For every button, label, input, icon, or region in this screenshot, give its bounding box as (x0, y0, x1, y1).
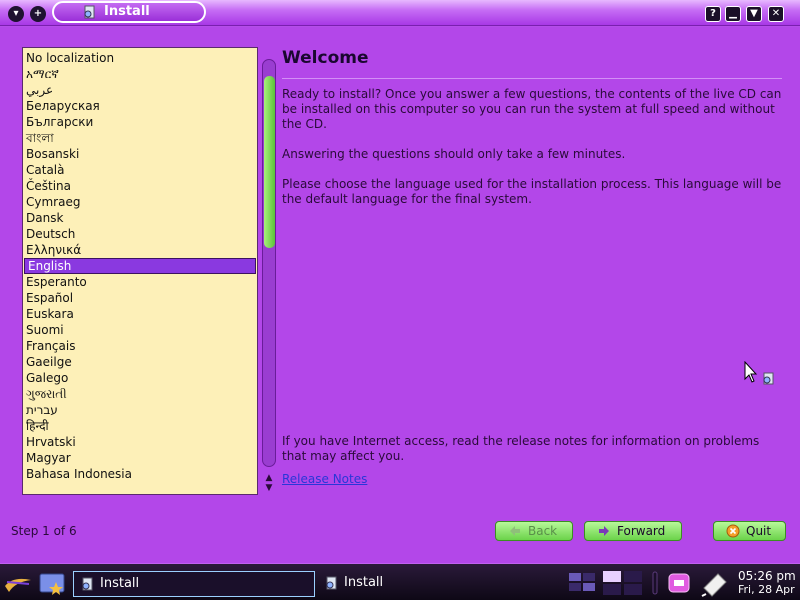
language-item[interactable]: Gaeilge (23, 354, 257, 370)
add-icon[interactable]: + (30, 6, 46, 22)
language-item[interactable]: Dansk (23, 210, 257, 226)
taskbar-item-install-active[interactable]: Install (73, 571, 315, 597)
step-indicator: Step 1 of 6 (11, 524, 77, 538)
scroll-thumb[interactable] (264, 76, 275, 248)
language-item[interactable]: Deutsch (23, 226, 257, 242)
mouse-pointer-icon (744, 361, 774, 385)
language-item[interactable]: Français (23, 338, 257, 354)
window-title-tab[interactable]: Install (52, 1, 206, 23)
language-item[interactable]: Català (23, 162, 257, 178)
network-icon[interactable] (665, 568, 693, 598)
language-item[interactable]: Suomi (23, 322, 257, 338)
installer-icon (82, 577, 93, 591)
minimize-button[interactable]: ▁ (725, 6, 741, 22)
installer-window: No localization አማርኛ عربي Беларуская Българс… (0, 27, 800, 563)
back-button[interactable]: Back (495, 521, 573, 541)
language-item[interactable]: Беларуская (23, 98, 257, 114)
language-item[interactable]: हिन्दी (23, 418, 257, 434)
language-item[interactable]: Bahasa Indonesia (23, 466, 257, 482)
task-label: Install (344, 575, 384, 590)
pager-icon[interactable] (602, 570, 644, 596)
language-item[interactable]: Euskara (23, 306, 257, 322)
quit-icon (726, 524, 740, 538)
page-title: Welcome (282, 48, 369, 68)
language-item[interactable]: Español (23, 290, 257, 306)
quit-label: Quit (746, 524, 772, 538)
language-item[interactable]: Cymraeg (23, 194, 257, 210)
forward-label: Forward (617, 524, 666, 538)
scroll-down-arrow-icon[interactable]: ▼ (263, 483, 275, 493)
language-item[interactable]: עברית (23, 402, 257, 418)
start-menu-icon[interactable] (3, 572, 33, 594)
window-titlebar: ▾ + Install ? ▁ ▼ ✕ (0, 0, 800, 26)
workspace-switcher-icon[interactable] (568, 570, 598, 594)
installer-icon (84, 5, 95, 19)
forward-button[interactable]: Forward (584, 521, 682, 541)
task-label: Install (100, 576, 140, 591)
language-item[interactable]: Hrvatski (23, 434, 257, 450)
duration-paragraph: Answering the questions should only take… (282, 147, 626, 161)
language-item[interactable]: Ελληνικά (23, 242, 257, 258)
separator-icon (652, 571, 658, 595)
language-item[interactable]: No localization (23, 50, 257, 66)
taskbar: Install Install 05:26 pm Fri, 28 Apr (0, 563, 800, 600)
language-item[interactable]: Bosanski (23, 146, 257, 162)
language-item[interactable]: Galego (23, 370, 257, 386)
window-title: Install (104, 4, 150, 19)
window-menu-icon[interactable]: ▾ (8, 6, 24, 22)
language-item[interactable]: Magyar (23, 450, 257, 466)
scroll-track[interactable] (262, 59, 276, 467)
close-button[interactable]: ✕ (768, 6, 784, 22)
scroll-up-arrow-icon[interactable]: ▲ (263, 473, 275, 483)
clock[interactable]: 05:26 pm Fri, 28 Apr (738, 569, 796, 597)
taskbar-item-install[interactable]: Install (318, 571, 560, 597)
language-item-selected[interactable]: English (24, 258, 256, 274)
release-notes-paragraph: If you have Internet access, read the re… (282, 434, 760, 463)
quit-button[interactable]: Quit (713, 521, 786, 541)
back-arrow-icon (510, 526, 520, 536)
forward-arrow-icon (599, 526, 609, 536)
back-label: Back (528, 524, 558, 538)
language-item[interactable]: ગુજરાતી (23, 386, 257, 402)
language-item[interactable]: Čeština (23, 178, 257, 194)
clock-time: 05:26 pm (738, 569, 796, 583)
maximize-button[interactable]: ▼ (746, 6, 762, 22)
language-item[interactable]: Български (23, 114, 257, 130)
language-paragraph: Please choose the language used for the … (282, 177, 782, 206)
language-item[interactable]: বাংলা (23, 130, 257, 146)
clock-date: Fri, 28 Apr (738, 583, 795, 596)
update-notifier-icon[interactable] (700, 568, 732, 598)
language-list-scrollbar[interactable]: ▲ ▼ (262, 47, 276, 495)
language-list[interactable]: No localization አማርኛ عربي Беларуская Българс… (22, 47, 258, 495)
title-divider (282, 78, 782, 79)
help-button[interactable]: ? (705, 6, 721, 22)
release-notes-link[interactable]: Release Notes (282, 472, 367, 486)
file-manager-icon[interactable] (38, 568, 68, 596)
language-item[interactable]: አማርኛ (23, 66, 257, 82)
language-item[interactable]: عربي (23, 82, 257, 98)
installer-icon (326, 576, 337, 590)
language-item[interactable]: Esperanto (23, 274, 257, 290)
intro-paragraph: Ready to install? Once you answer a few … (282, 87, 782, 131)
